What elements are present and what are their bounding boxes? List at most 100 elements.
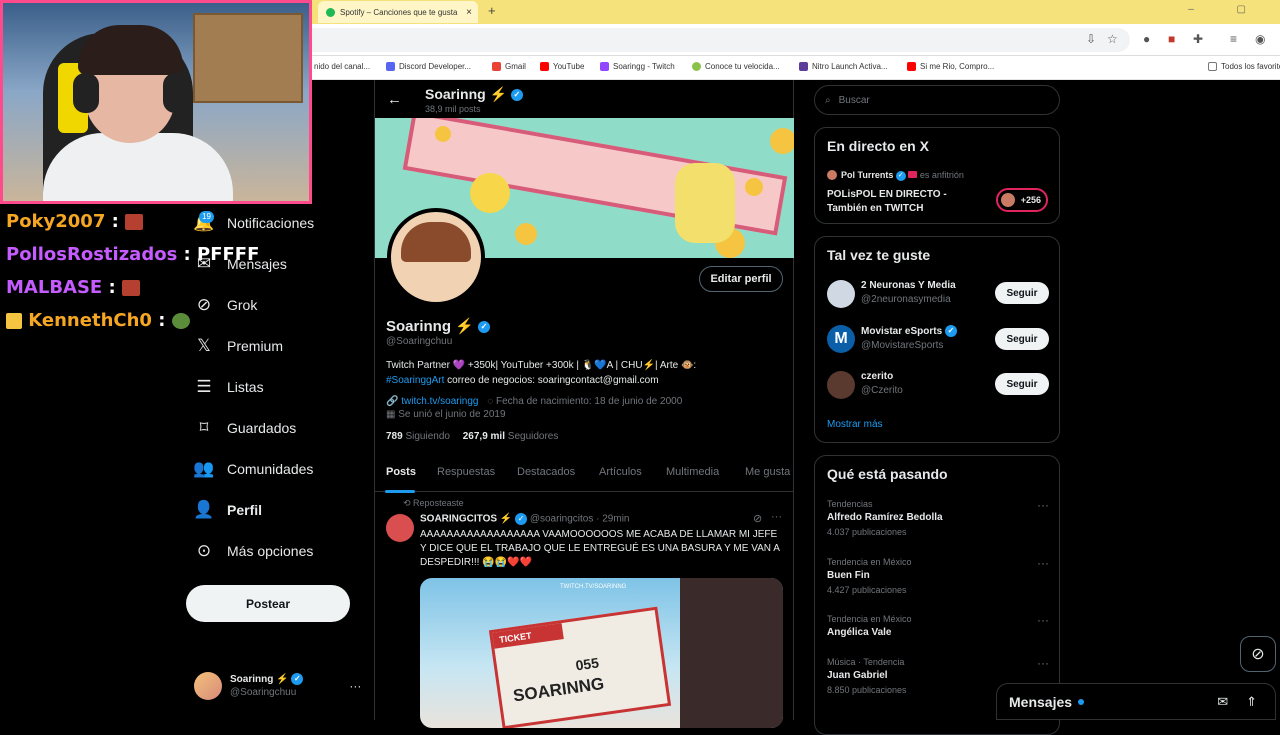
profile-handle: @Soaringchuu	[386, 336, 453, 347]
more-icon[interactable]: ···	[1037, 498, 1049, 512]
messages-drawer[interactable]: Mensajes ✉ ⇑	[996, 683, 1276, 720]
nav-profile[interactable]: 👤 Perfil	[193, 500, 262, 520]
more-icon[interactable]: ···	[1037, 613, 1049, 627]
chat-user: MALBASE	[6, 277, 103, 298]
emote-icon	[125, 214, 144, 230]
trend-context: Música · Tendencia	[827, 657, 905, 667]
trend-item[interactable]: Música · Tendencia Juan Gabriel 8.850 publ…	[827, 655, 907, 697]
tab-replies[interactable]: Respuestas	[437, 466, 495, 478]
nav-label: Listas	[227, 379, 264, 395]
tab-highlights[interactable]: Destacados	[517, 466, 575, 478]
follow-button[interactable]: Seguir	[995, 373, 1049, 395]
nav-label: Mensajes	[227, 256, 287, 272]
extension-icon[interactable]: ■	[1168, 32, 1175, 46]
trend-item[interactable]: Tendencias Alfredo Ramírez Bedolla 4.037 p…	[827, 497, 943, 539]
bookmark-item[interactable]: Soaringg - Twitch	[600, 62, 675, 71]
more-icon[interactable]: ···	[1037, 556, 1049, 570]
avatar[interactable]	[386, 514, 414, 542]
emote-icon	[171, 313, 190, 329]
address-bar[interactable]	[300, 28, 1130, 52]
more-icon[interactable]: ···	[771, 511, 782, 523]
trend-item[interactable]: Tendencia en México Buen Fin 4.427 publica…	[827, 555, 912, 597]
tab-media[interactable]: Multimedia	[666, 466, 719, 478]
unread-dot-icon	[1078, 698, 1085, 705]
expand-icon[interactable]: ⇑	[1246, 694, 1257, 710]
stream-title[interactable]: POLisPOL EN DIRECTO - También en TWITCH	[827, 188, 987, 216]
grok-floating-button[interactable]: ⊘	[1240, 636, 1276, 672]
bio-hashtag[interactable]: #SoaringgArt	[386, 375, 444, 386]
suggestion-item[interactable]: Movistar eSports ✓ @MovistareSports	[861, 325, 957, 353]
more-icon[interactable]: ···	[1037, 656, 1049, 670]
nav-grok[interactable]: ⊘ Grok	[194, 295, 257, 315]
movistar-logo-icon[interactable]: M	[827, 325, 855, 353]
avatar[interactable]	[827, 371, 855, 399]
bookmark-item[interactable]: Si me Rio, Compro...	[907, 62, 994, 71]
back-arrow-icon[interactable]: ←	[387, 91, 402, 108]
tab-close-icon[interactable]: ×	[466, 7, 472, 18]
show-more-link[interactable]: Mostrar más	[827, 419, 883, 430]
bookmark-item[interactable]: Nitro Launch Activa...	[799, 62, 888, 71]
following-link[interactable]: 789 Siguiendo	[386, 431, 450, 442]
nav-more[interactable]: ⊙ Más opciones	[194, 541, 314, 561]
install-icon[interactable]: ⇩	[1086, 32, 1096, 46]
account-switcher[interactable]: Soarinng ⚡ ✓ @Soaringchuu ···	[194, 672, 361, 700]
puzzle-icon[interactable]: ✚	[1193, 32, 1203, 46]
tab-likes[interactable]: Me gusta	[745, 466, 790, 478]
search-input[interactable]: ⌕ Buscar	[814, 85, 1060, 115]
new-tab-button[interactable]: +	[488, 3, 496, 18]
location-pin-icon: ◌	[487, 396, 494, 407]
trend-context: Tendencia en México	[827, 614, 912, 624]
more-icon[interactable]: ···	[349, 679, 361, 693]
bookmark-item[interactable]: Todos los favoritos	[1208, 62, 1280, 71]
bookmark-item[interactable]: Discord Developer...	[386, 62, 471, 71]
follow-button[interactable]: Seguir	[995, 282, 1049, 304]
tab-indicator	[385, 490, 415, 493]
bookmark-item[interactable]: YouTube	[540, 62, 584, 71]
host-name[interactable]: Pol Turrents	[841, 170, 893, 180]
chat-user: Poky2007	[6, 211, 106, 232]
tweet-image[interactable]: TWITCH.TV/SOARINNG TICKET 055 SOARINNG	[420, 578, 783, 728]
pikachu-art	[470, 173, 510, 213]
post-count: 38,9 mil posts	[425, 104, 481, 114]
bookmark-item[interactable]: Gmail	[492, 62, 526, 71]
bookmark-item[interactable]: nido del canal...	[314, 62, 370, 71]
new-message-icon[interactable]: ✉	[1217, 694, 1228, 710]
listeners-pill[interactable]: +256	[996, 188, 1048, 212]
youtube-icon	[907, 62, 916, 71]
bookmark-item[interactable]: Conoce tu velocida...	[692, 62, 780, 71]
suggestion-name: Movistar eSports	[861, 326, 943, 337]
profile-icon[interactable]: ◉	[1255, 32, 1265, 46]
extension-icon[interactable]: ●	[1143, 32, 1150, 46]
nav-bookmarks[interactable]: ⌑ Guardados	[194, 418, 297, 438]
profile-avatar[interactable]	[387, 208, 485, 306]
post-button[interactable]: Postear	[186, 585, 350, 622]
follow-button[interactable]: Seguir	[995, 328, 1049, 350]
edit-profile-button[interactable]: Editar perfil	[699, 266, 783, 292]
nav-premium[interactable]: 𝕏 Premium	[194, 336, 283, 356]
chat-message: MALBASE :	[6, 277, 140, 298]
grok-icon[interactable]: ⊘	[753, 512, 762, 525]
link-icon: 🔗	[386, 396, 399, 407]
nav-communities[interactable]: 👥 Comunidades	[193, 459, 313, 479]
live-icon	[908, 171, 918, 178]
tab-posts[interactable]: Posts	[386, 466, 416, 478]
star-icon[interactable]: ☆	[1107, 32, 1118, 46]
media-icon[interactable]: ≡	[1230, 32, 1237, 46]
tweet-handle[interactable]: @soaringcitos	[530, 514, 594, 525]
trend-item[interactable]: Tendencia en México Angélica Vale	[827, 612, 912, 640]
nav-lists[interactable]: ☰ Listas	[194, 377, 264, 397]
window-controls[interactable]: – ▢	[1188, 4, 1266, 15]
profile-link[interactable]: twitch.tv/soaringg	[401, 396, 478, 407]
tweet-author[interactable]: SOARINGCITOS ⚡	[420, 514, 512, 525]
bookmark-label: Soaringg - Twitch	[613, 62, 675, 71]
avatar	[194, 672, 222, 700]
suggestion-item[interactable]: czerito @Czerito	[861, 370, 903, 398]
search-icon: ⌕	[825, 94, 831, 106]
tab-articles[interactable]: Artículos	[599, 466, 642, 478]
suggestion-item[interactable]: 2 Neuronas Y Media @2neuronasymedia	[861, 279, 956, 307]
followers-link[interactable]: 267,9 mil Seguidores	[463, 431, 559, 442]
browser-tab[interactable]: Spotify – Canciones que te gusta ×	[318, 1, 478, 23]
nav-messages[interactable]: ✉ Mensajes	[194, 254, 287, 274]
nav-label: Premium	[227, 338, 284, 354]
avatar[interactable]	[827, 280, 855, 308]
